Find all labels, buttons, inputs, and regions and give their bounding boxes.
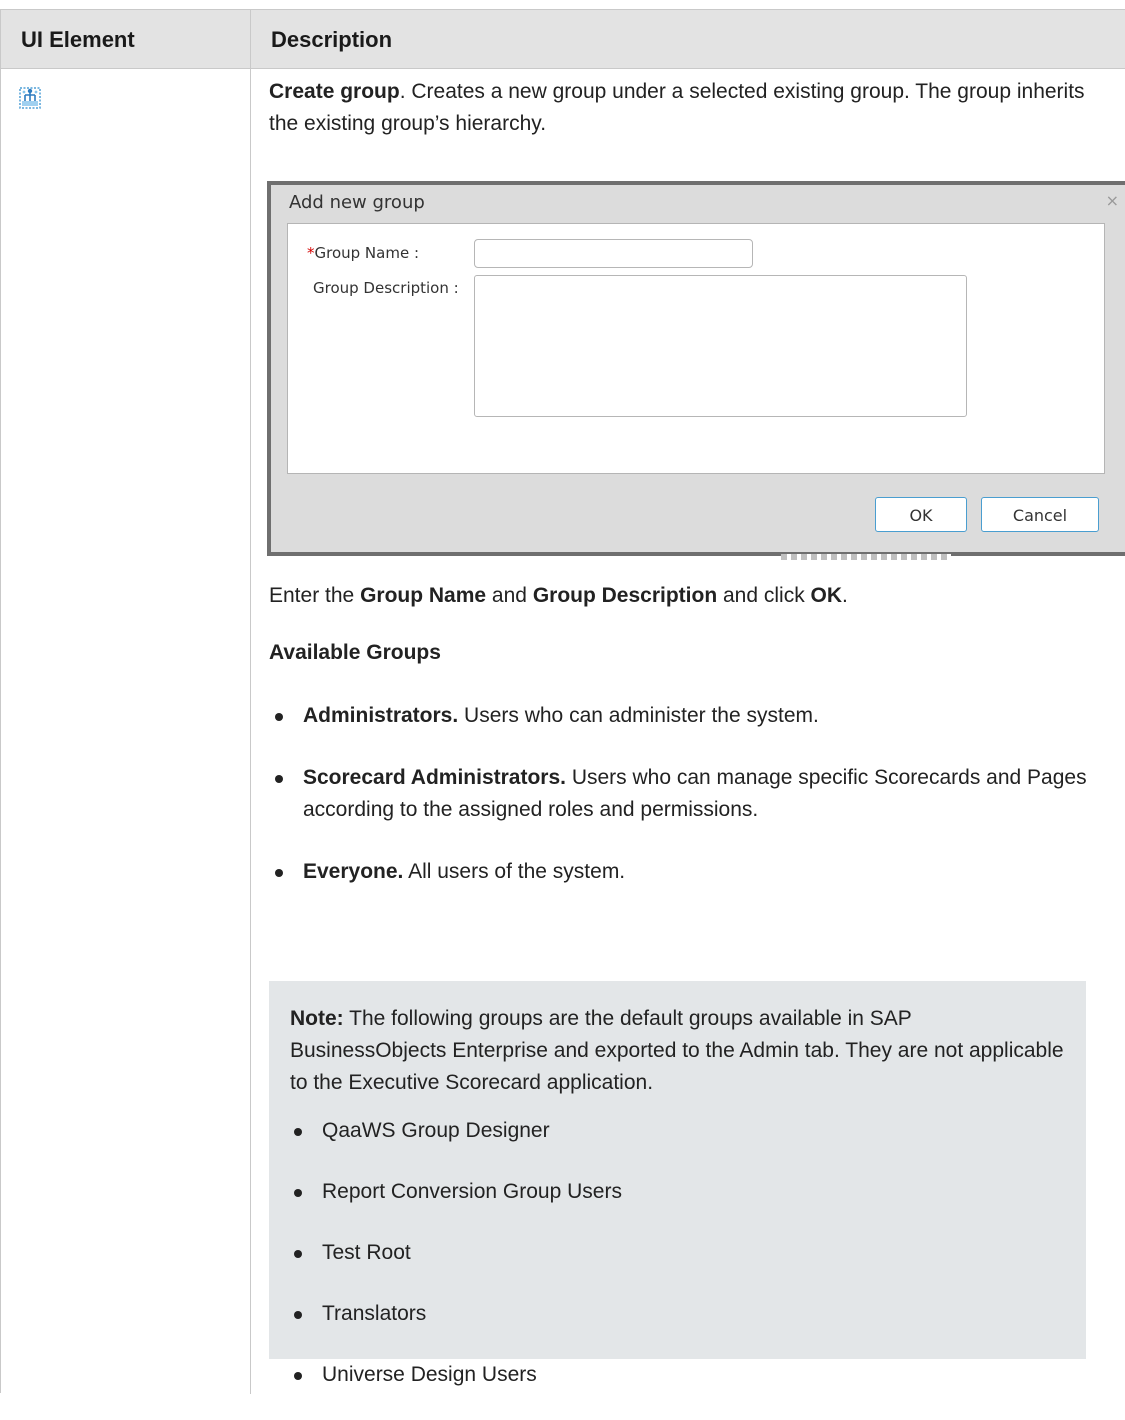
list-item: Administrators. Users who can administer…: [271, 700, 1121, 732]
enter-bold-ok: OK: [810, 584, 843, 607]
dialog-title: Add new group: [289, 192, 425, 213]
enter-text-3: and click: [717, 584, 811, 607]
group-name-label: *Group Name :: [307, 244, 419, 262]
note-box: Note: The following groups are the defau…: [269, 981, 1086, 1386]
group-name-everyone: Everyone.: [303, 860, 404, 883]
close-icon[interactable]: ×: [1106, 191, 1119, 210]
group-name-input[interactable]: [474, 239, 753, 268]
enter-text-1: Enter the: [269, 584, 361, 607]
table-header-row: UI Element Description: [1, 10, 1125, 69]
enter-instructions: Enter the Group Name and Group Descripti…: [269, 580, 848, 612]
note-body: The following groups are the default gro…: [290, 1007, 1064, 1094]
enter-bold-group-name: Group Name: [360, 584, 487, 607]
group-text-everyone: All users of the system.: [403, 860, 626, 883]
list-item: Translators: [290, 1298, 622, 1330]
list-item: Everyone. All users of the system.: [271, 856, 1121, 888]
group-name-scorecard-administrators: Scorecard Administrators.: [303, 766, 566, 789]
list-item: Universe Design Users: [290, 1359, 622, 1391]
note-label: Note:: [290, 1007, 344, 1030]
dialog-frame: Add new group × *Group Name : Group Desc…: [271, 185, 1125, 552]
header-ui-element: UI Element: [21, 27, 135, 52]
required-marker: *: [307, 244, 315, 262]
create-group-icon: [19, 87, 41, 109]
header-description: Description: [271, 27, 393, 52]
default-groups-list: QaaWS Group Designer Report Conversion G…: [290, 1115, 622, 1420]
ui-element-table: UI Element Description Create group. Cre…: [0, 9, 1125, 1394]
list-item: Test Root: [290, 1237, 622, 1269]
enter-text-2: and: [486, 584, 533, 607]
ok-button[interactable]: OK: [875, 497, 967, 532]
group-name-administrators: Administrators.: [303, 704, 459, 727]
note-text: Note: The following groups are the defau…: [290, 1003, 1070, 1099]
dialog-crop-edge: [781, 554, 951, 560]
list-item: QaaWS Group Designer: [290, 1115, 622, 1147]
list-item: Report Conversion Group Users: [290, 1176, 622, 1208]
available-groups-heading: Available Groups: [269, 641, 441, 664]
dialog-body: *Group Name : Group Description :: [287, 223, 1105, 474]
enter-text-4: .: [842, 584, 848, 607]
list-item: Scorecard Administrators. Users who can …: [271, 762, 1121, 826]
group-description-label: Group Description :: [313, 279, 459, 297]
enter-bold-group-description: Group Description: [532, 584, 718, 607]
create-group-description: Create group. Creates a new group under …: [269, 76, 1119, 140]
column-divider: [250, 10, 251, 1394]
cancel-button[interactable]: Cancel: [981, 497, 1099, 532]
group-text-administrators: Users who can administer the system.: [458, 704, 819, 727]
group-name-label-text: Group Name :: [314, 244, 420, 262]
create-group-title: Create group: [269, 80, 400, 103]
add-new-group-dialog: Add new group × *Group Name : Group Desc…: [267, 181, 1125, 556]
available-groups-list: Administrators. Users who can administer…: [271, 700, 1121, 888]
group-description-textarea[interactable]: [474, 275, 967, 417]
